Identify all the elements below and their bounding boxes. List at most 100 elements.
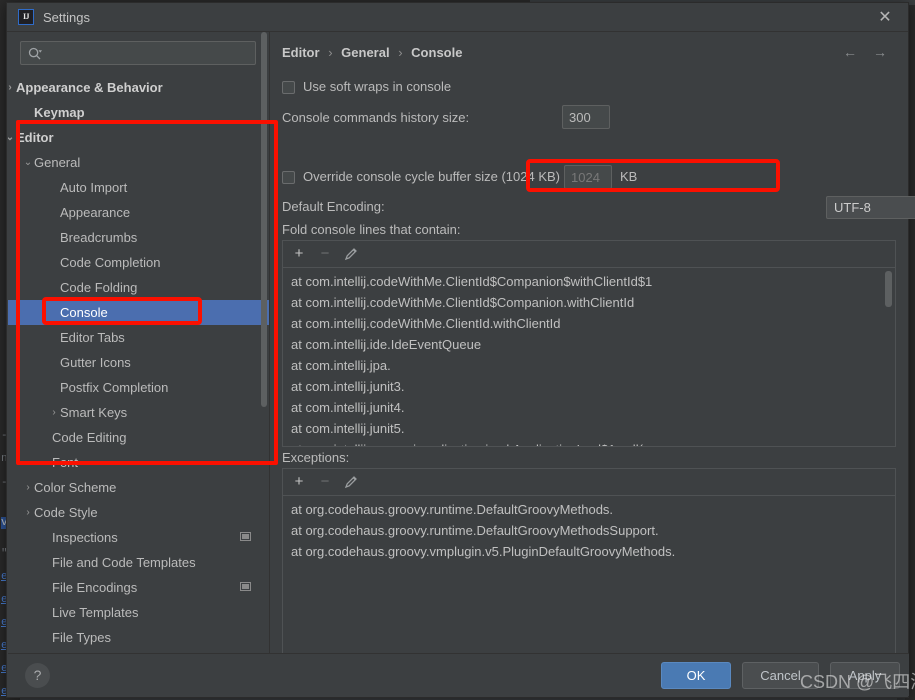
fold-lines-scrollbar[interactable] <box>885 271 892 307</box>
sidebar-item-auto-import[interactable]: Auto Import <box>8 175 269 200</box>
sidebar-item-label: Auto Import <box>60 175 127 200</box>
sidebar-item-label: Gutter Icons <box>60 350 131 375</box>
sidebar-item-gutter-icons[interactable]: Gutter Icons <box>8 350 269 375</box>
breadcrumb: Editor › General › Console <box>282 45 462 60</box>
override-buffer-checkbox[interactable] <box>282 171 295 184</box>
config-scope-icon <box>240 582 251 591</box>
history-size-label: Console commands history size: <box>282 110 469 125</box>
nav-forward-icon[interactable]: → <box>870 44 890 62</box>
exceptions-toolbar: + − <box>282 468 896 495</box>
sidebar-item-keymap[interactable]: Keymap <box>8 100 269 125</box>
ok-button[interactable]: OK <box>661 662 731 689</box>
sidebar-item-code-folding[interactable]: Code Folding <box>8 275 269 300</box>
sidebar-item-code-style[interactable]: ›Code Style <box>8 500 269 525</box>
breadcrumb-separator: › <box>323 45 337 60</box>
sidebar-item-editor[interactable]: ⌄Editor <box>8 125 269 150</box>
list-item[interactable]: at com.intellij.codeWithMe.ClientId$Comp… <box>283 292 895 313</box>
help-icon[interactable]: ? <box>25 663 50 688</box>
sidebar-item-label: Code Folding <box>60 275 137 300</box>
config-scope-icon <box>240 532 251 541</box>
chevron-right-icon[interactable]: › <box>48 400 60 425</box>
sidebar-item-label: Smart Keys <box>60 400 127 425</box>
chevron-right-icon[interactable]: › <box>8 75 16 100</box>
list-item[interactable]: at org.codehaus.groovy.vmplugin.v5.Plugi… <box>283 541 895 562</box>
settings-dialog: IJ Settings ✕ ›Appearance & BehaviorKeym… <box>6 2 909 698</box>
close-icon[interactable]: ✕ <box>870 7 900 29</box>
breadcrumb-part-console[interactable]: Console <box>411 45 462 60</box>
dialog-title-bar: IJ Settings ✕ <box>7 3 908 32</box>
search-input[interactable] <box>47 42 251 66</box>
sidebar-item-console[interactable]: Console <box>8 300 269 325</box>
list-item[interactable]: at com.intellij.codeWithMe.ClientId.with… <box>283 313 895 334</box>
sidebar-item-live-templates[interactable]: Live Templates <box>8 600 269 625</box>
sidebar-item-label: File Types <box>52 625 111 650</box>
sidebar-item-appearance[interactable]: Appearance <box>8 200 269 225</box>
sidebar-item-editor-tabs[interactable]: Editor Tabs <box>8 325 269 350</box>
breadcrumb-part-editor[interactable]: Editor <box>282 45 320 60</box>
use-soft-wraps-label: Use soft wraps in console <box>303 79 451 94</box>
remove-icon[interactable]: − <box>315 244 335 264</box>
chevron-down-icon[interactable]: ⌄ <box>22 150 34 175</box>
settings-tree[interactable]: ›Appearance & BehaviorKeymap⌄Editor⌄Gene… <box>8 75 269 655</box>
list-item[interactable]: at com.intellij.jpa. <box>283 355 895 376</box>
history-size-input[interactable] <box>562 105 610 129</box>
sidebar-item-file-types[interactable]: File Types <box>8 625 269 650</box>
use-soft-wraps-checkbox[interactable] <box>282 81 295 94</box>
sidebar-item-label: Font <box>52 450 78 475</box>
sidebar-item-postfix-completion[interactable]: Postfix Completion <box>8 375 269 400</box>
sidebar-item-breadcrumbs[interactable]: Breadcrumbs <box>8 225 269 250</box>
exceptions-list[interactable]: at org.codehaus.groovy.runtime.DefaultGr… <box>282 495 896 655</box>
override-buffer-unit-label: KB <box>620 169 637 184</box>
breadcrumb-part-general[interactable]: General <box>341 45 389 60</box>
default-encoding-combobox[interactable]: UTF-8 <box>826 196 915 219</box>
sidebar-item-file-encodings[interactable]: File Encodings <box>8 575 269 600</box>
sidebar-item-color-scheme[interactable]: ›Color Scheme <box>8 475 269 500</box>
chevron-right-icon[interactable]: › <box>22 500 34 525</box>
sidebar-item-general[interactable]: ⌄General <box>8 150 269 175</box>
fold-lines-list[interactable]: at com.intellij.codeWithMe.ClientId$Comp… <box>282 267 896 447</box>
add-icon[interactable]: + <box>289 244 309 264</box>
add-icon[interactable]: + <box>289 472 309 492</box>
sidebar-item-label: File Encodings <box>52 575 137 600</box>
pencil-icon[interactable] <box>341 472 361 492</box>
sidebar-item-label: Appearance & Behavior <box>16 75 163 100</box>
pencil-icon[interactable] <box>341 244 361 264</box>
apply-button[interactable]: Apply <box>830 662 900 689</box>
sidebar-item-smart-keys[interactable]: ›Smart Keys <box>8 400 269 425</box>
sidebar-item-label: General <box>34 150 80 175</box>
sidebar-item-label: File and Code Templates <box>52 550 196 575</box>
sidebar-scrollbar[interactable] <box>261 32 267 407</box>
nav-back-icon[interactable]: ← <box>840 44 860 62</box>
list-item[interactable]: at com.intellij.openapi.application.impl… <box>283 439 895 447</box>
cancel-button[interactable]: Cancel <box>742 662 819 689</box>
sidebar-item-code-completion[interactable]: Code Completion <box>8 250 269 275</box>
sidebar-item-label: Breadcrumbs <box>60 225 137 250</box>
sidebar-item-label: Inspections <box>52 525 118 550</box>
sidebar-item-label: Keymap <box>34 100 85 125</box>
list-item[interactable]: at org.codehaus.groovy.runtime.DefaultGr… <box>283 520 895 541</box>
fold-lines-toolbar: + − <box>282 240 896 267</box>
list-item[interactable]: at com.intellij.junit3. <box>283 376 895 397</box>
list-item[interactable]: at com.intellij.codeWithMe.ClientId$Comp… <box>283 271 895 292</box>
sidebar-item-code-editing[interactable]: Code Editing <box>8 425 269 450</box>
chevron-right-icon[interactable]: › <box>22 475 34 500</box>
sidebar-item-label: Editor <box>16 125 54 150</box>
search-box[interactable] <box>20 41 256 65</box>
list-item[interactable]: at com.intellij.ide.IdeEventQueue <box>283 334 895 355</box>
list-item[interactable]: at org.codehaus.groovy.runtime.DefaultGr… <box>283 499 895 520</box>
sidebar-item-inspections[interactable]: Inspections <box>8 525 269 550</box>
dialog-button-bar: ? OK Cancel Apply <box>8 653 909 696</box>
sidebar-item-appearance-behavior[interactable]: ›Appearance & Behavior <box>8 75 269 100</box>
sidebar-item-label: Code Style <box>34 500 98 525</box>
chevron-down-icon[interactable]: ⌄ <box>8 125 16 150</box>
sidebar-item-label: Code Editing <box>52 425 126 450</box>
remove-icon[interactable]: − <box>315 472 335 492</box>
intellij-logo-icon: IJ <box>18 9 34 25</box>
override-buffer-input[interactable] <box>564 165 612 189</box>
sidebar-item-font[interactable]: Font <box>8 450 269 475</box>
list-item[interactable]: at com.intellij.junit4. <box>283 397 895 418</box>
sidebar-item-file-and-code-templates[interactable]: File and Code Templates <box>8 550 269 575</box>
settings-content-panel: Editor › General › Console ← → Use soft … <box>270 32 908 655</box>
breadcrumb-separator: › <box>393 45 407 60</box>
list-item[interactable]: at com.intellij.junit5. <box>283 418 895 439</box>
